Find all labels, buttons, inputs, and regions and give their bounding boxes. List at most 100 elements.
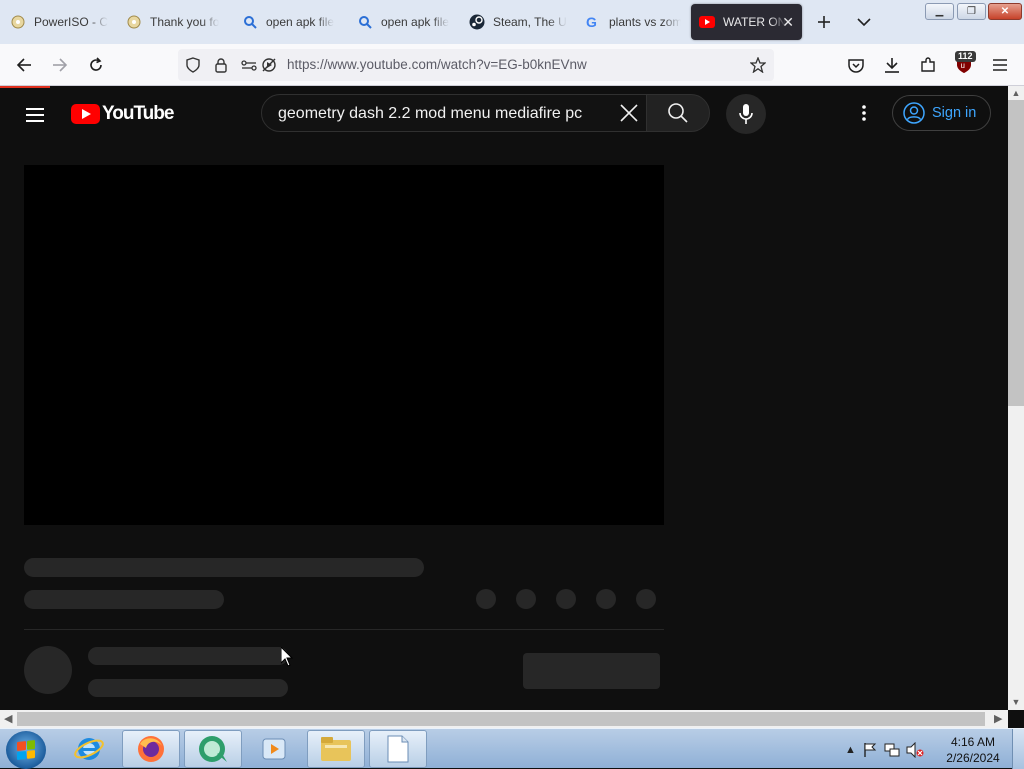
subscribe-button-skeleton bbox=[523, 653, 660, 689]
back-button[interactable] bbox=[11, 52, 37, 78]
close-icon: ✕ bbox=[1000, 6, 1010, 17]
divider bbox=[24, 629, 664, 630]
bookmark-star-icon[interactable] bbox=[749, 56, 767, 74]
shield-icon[interactable] bbox=[184, 56, 202, 74]
video-player[interactable] bbox=[24, 165, 664, 525]
lock-icon[interactable] bbox=[212, 56, 230, 74]
list-all-tabs-button[interactable] bbox=[852, 10, 876, 34]
search-box[interactable]: geometry dash 2.2 mod menu mediafire pc bbox=[261, 94, 647, 132]
svg-text:G: G bbox=[586, 15, 597, 29]
chat-app-icon bbox=[199, 736, 227, 762]
show-desktop-button[interactable] bbox=[1012, 729, 1024, 769]
microphone-icon bbox=[739, 104, 753, 124]
search-button[interactable] bbox=[646, 94, 710, 132]
action-skeleton bbox=[556, 589, 576, 609]
google-icon: G bbox=[585, 14, 601, 30]
taskbar-firefox[interactable] bbox=[122, 730, 180, 768]
forward-button[interactable] bbox=[47, 52, 73, 78]
clear-search-icon[interactable] bbox=[616, 100, 642, 126]
hamburger-menu-icon bbox=[993, 59, 1007, 71]
account-icon bbox=[903, 102, 925, 124]
scroll-right-arrow-icon[interactable]: ▶ bbox=[994, 712, 1002, 725]
youtube-icon bbox=[699, 14, 715, 30]
tab-poweriso[interactable]: PowerISO - C bbox=[2, 4, 120, 40]
autoplay-blocked-icon[interactable] bbox=[260, 56, 278, 74]
tab-open-apk-1[interactable]: open apk file bbox=[234, 4, 350, 40]
taskbar-media-player[interactable] bbox=[245, 730, 303, 768]
horizontal-scroll-thumb[interactable] bbox=[17, 712, 985, 726]
minimize-button[interactable]: ▁ bbox=[925, 3, 954, 20]
volume-muted-icon[interactable] bbox=[906, 742, 924, 758]
vertical-scrollbar[interactable]: ▲ ▼ bbox=[1008, 86, 1024, 710]
app-menu-button[interactable] bbox=[987, 52, 1013, 78]
tab-thank-you[interactable]: Thank you fo bbox=[118, 4, 236, 40]
start-button[interactable] bbox=[6, 731, 46, 769]
navigation-toolbar: https://www.youtube.com/watch?v=EG-b0knE… bbox=[0, 44, 1024, 86]
tab-open-apk-2[interactable]: open apk file bbox=[349, 4, 465, 40]
system-tray: ▲ bbox=[845, 742, 924, 758]
channel-avatar-skeleton bbox=[24, 646, 72, 694]
internet-explorer-icon bbox=[74, 738, 104, 760]
window-close-button[interactable]: ✕ bbox=[988, 3, 1022, 20]
ublock-count-badge: 112 bbox=[955, 51, 976, 62]
taskbar-file-explorer[interactable] bbox=[307, 730, 365, 768]
arrow-left-icon bbox=[16, 58, 31, 72]
metadata-skeleton bbox=[24, 590, 224, 609]
plus-icon bbox=[818, 16, 830, 28]
action-skeleton bbox=[596, 589, 616, 609]
system-clock[interactable]: 4:16 AM 2/26/2024 bbox=[940, 734, 1006, 766]
media-player-icon bbox=[262, 738, 286, 760]
svg-text:u: u bbox=[961, 61, 965, 70]
scroll-left-arrow-icon[interactable]: ◀ bbox=[4, 712, 12, 725]
vertical-scroll-thumb[interactable] bbox=[1008, 100, 1024, 406]
document-icon bbox=[387, 735, 409, 763]
arrow-right-icon bbox=[53, 58, 68, 72]
mouse-cursor-icon bbox=[281, 647, 293, 667]
new-tab-button[interactable] bbox=[812, 10, 836, 34]
downloads-button[interactable] bbox=[879, 52, 905, 78]
restore-button[interactable]: ❐ bbox=[957, 3, 986, 20]
steam-icon bbox=[469, 14, 485, 30]
extensions-button[interactable] bbox=[915, 52, 941, 78]
settings-menu-button[interactable] bbox=[852, 101, 876, 125]
sign-in-button[interactable]: Sign in bbox=[892, 95, 991, 131]
action-center-flag-icon[interactable] bbox=[862, 742, 878, 758]
windows-taskbar: ▲ 4:16 AM 2/26/2024 bbox=[0, 728, 1024, 769]
address-bar[interactable]: https://www.youtube.com/watch?v=EG-b0knE… bbox=[178, 49, 774, 81]
taskbar-internet-explorer[interactable] bbox=[60, 730, 118, 768]
network-icon[interactable] bbox=[884, 742, 900, 758]
horizontal-scrollbar[interactable]: ◀ ▶ bbox=[0, 710, 1008, 728]
taskbar-app-green[interactable] bbox=[184, 730, 242, 768]
restore-icon: ❐ bbox=[967, 6, 976, 17]
reload-button[interactable] bbox=[83, 52, 109, 78]
youtube-logo[interactable]: YouTube bbox=[71, 103, 174, 125]
action-skeleton bbox=[516, 589, 536, 609]
minimize-icon: ▁ bbox=[935, 6, 944, 17]
permissions-icon[interactable] bbox=[240, 56, 258, 74]
chevron-down-icon bbox=[857, 18, 871, 27]
tab-steam[interactable]: Steam, The U bbox=[461, 4, 577, 40]
clock-date: 2/26/2024 bbox=[946, 751, 1000, 765]
title-skeleton bbox=[24, 558, 424, 577]
search-input[interactable]: geometry dash 2.2 mod menu mediafire pc bbox=[278, 105, 582, 123]
youtube-play-icon bbox=[71, 104, 100, 124]
scroll-up-arrow-icon[interactable]: ▲ bbox=[1011, 88, 1021, 98]
windows-logo-icon bbox=[17, 740, 35, 760]
pocket-icon bbox=[848, 58, 864, 73]
clock-time: 4:16 AM bbox=[950, 735, 996, 749]
search-icon bbox=[242, 14, 258, 30]
tab-water-on[interactable]: WATER ON ✕ bbox=[691, 4, 802, 40]
taskbar-notepad[interactable] bbox=[369, 730, 427, 768]
search-icon bbox=[357, 14, 373, 30]
puzzle-icon bbox=[921, 57, 935, 72]
poweriso-icon bbox=[10, 14, 26, 30]
guide-menu-button[interactable] bbox=[24, 103, 48, 127]
show-hidden-icons-icon[interactable]: ▲ bbox=[845, 744, 856, 756]
voice-search-button[interactable] bbox=[726, 94, 766, 134]
scroll-down-arrow-icon[interactable]: ▼ bbox=[1011, 697, 1021, 707]
channel-name-skeleton bbox=[88, 647, 288, 665]
close-tab-icon[interactable]: ✕ bbox=[782, 14, 794, 31]
pocket-button[interactable] bbox=[843, 52, 869, 78]
tab-plants-vs-zombies[interactable]: G plants vs zom bbox=[577, 4, 689, 40]
tab-strip: PowerISO - C Thank you fo open apk file … bbox=[0, 0, 1024, 44]
